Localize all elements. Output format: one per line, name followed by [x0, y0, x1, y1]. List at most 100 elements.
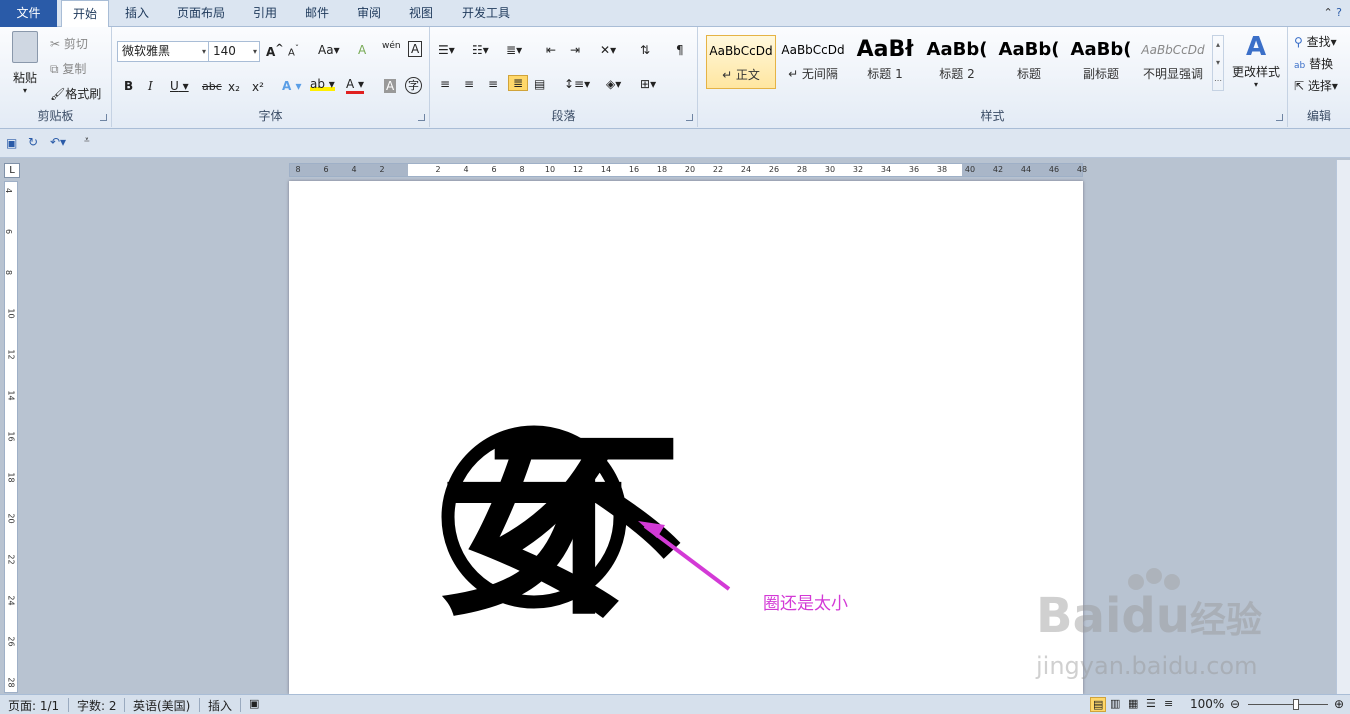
pilcrow-icon: ¶ [676, 43, 684, 57]
dialog-launcher-icon[interactable] [418, 114, 425, 121]
character-border-button[interactable]: A [408, 41, 423, 57]
save-icon[interactable]: ▣ [6, 136, 17, 150]
distributed-button[interactable]: ▤ [534, 77, 545, 91]
styles-scroll[interactable]: ▴ ▾ ⋯ [1212, 35, 1224, 91]
replace-button[interactable]: ab 替换 [1294, 55, 1333, 72]
clear-format-button[interactable]: A [358, 43, 366, 57]
tab-view[interactable]: 视图 [398, 0, 444, 27]
shrink-font-button[interactable]: Aˇ [288, 43, 299, 58]
style-heading-1[interactable]: AaBł 标题 1 [850, 35, 920, 89]
show-marks-button[interactable]: ¶ [676, 43, 684, 57]
tab-page-layout[interactable]: 页面布局 [166, 0, 236, 27]
change-styles-button[interactable]: A 更改样式 ▾ [1228, 31, 1284, 89]
print-layout-view-icon[interactable]: ▤ [1090, 697, 1107, 712]
multilevel-list-icon: ≣ [506, 43, 517, 57]
outline-view-icon[interactable]: ☰ [1146, 697, 1156, 710]
brush-icon: 🖌 [50, 87, 66, 101]
style-normal[interactable]: AaBbCcDd ↵ 正文 [706, 35, 776, 89]
enclose-characters-button[interactable]: 字 [405, 77, 422, 94]
copy-button[interactable]: ⧉ 复制 [50, 60, 86, 77]
tab-review[interactable]: 审阅 [346, 0, 392, 27]
vertical-scrollbar[interactable] [1336, 160, 1350, 694]
draft-view-icon[interactable]: ≡ [1164, 697, 1173, 710]
status-word-count[interactable]: 字数: 2 [77, 697, 117, 714]
tab-selector[interactable]: L [4, 163, 20, 178]
justify-button[interactable]: ≣ [508, 75, 529, 91]
numbering-button[interactable]: ☷▾ [472, 43, 489, 57]
tab-references[interactable]: 引用 [242, 0, 288, 27]
style-no-spacing[interactable]: AaBbCcDd ↵ 无间隔 [778, 35, 848, 89]
align-left-icon: ≡ [440, 77, 451, 91]
font-name-select[interactable]: 微软雅黑 ▾ [117, 41, 209, 62]
line-spacing-button[interactable]: ↕≡▾ [564, 77, 590, 91]
borders-button[interactable]: ⊞▾ [640, 77, 656, 91]
subscript-button[interactable]: x₂ [228, 80, 240, 94]
italic-button[interactable]: I [148, 79, 153, 93]
dialog-launcher-icon[interactable] [100, 114, 107, 121]
zoom-level[interactable]: 100% [1190, 697, 1224, 711]
decrease-indent-button[interactable]: ⇤ [546, 43, 556, 57]
status-page[interactable]: 页面: 1/1 [8, 697, 59, 714]
tab-home[interactable]: 开始 [61, 0, 109, 28]
tab-insert[interactable]: 插入 [114, 0, 160, 27]
zoom-in-icon[interactable]: ⊕ [1334, 697, 1344, 711]
watermark-url: jingyan.baidu.com [1036, 652, 1258, 680]
highlight-button[interactable]: ab ▾ [310, 77, 335, 91]
macro-record-icon[interactable]: ▣ [249, 697, 259, 710]
undo-icon[interactable]: ↶▾ [50, 135, 66, 149]
style-subtle-emphasis[interactable]: AaBbCcDd 不明显强调 [1138, 35, 1208, 89]
style-title[interactable]: AaBb( 标题 [994, 35, 1064, 89]
bold-button[interactable]: B [124, 79, 133, 93]
find-button[interactable]: ⚲ 查找▾ [1294, 33, 1337, 50]
vertical-ruler[interactable]: 4 6 8 10 12 14 16 18 20 22 24 26 28 [4, 181, 18, 693]
increase-indent-button[interactable]: ⇥ [570, 43, 580, 57]
style-heading-2[interactable]: AaBb( 标题 2 [922, 35, 992, 89]
ruler-tick-label: 26 [768, 165, 780, 174]
font-size-select[interactable]: 140 ▾ [208, 41, 260, 62]
zoom-slider-thumb[interactable] [1293, 699, 1299, 710]
ruler-tick-label: 6 [491, 165, 497, 174]
change-case-button[interactable]: Aa▾ [318, 43, 340, 57]
zoom-slider[interactable] [1248, 704, 1328, 705]
redo-icon[interactable]: ↻ [28, 135, 38, 149]
status-insert-mode[interactable]: 插入 [208, 697, 232, 714]
character-shading-button[interactable]: A [384, 79, 397, 93]
customize-toolbar-icon[interactable]: ⩡ [84, 135, 90, 146]
indent-icon: ⇥ [570, 43, 581, 57]
change-styles-icon: A [1245, 32, 1267, 62]
document-page[interactable]: 女 不 [289, 181, 1083, 694]
align-right-button[interactable]: ≡ [488, 77, 498, 91]
cut-button[interactable]: ✂ 剪切 [50, 35, 88, 52]
align-center-button[interactable]: ≡ [464, 77, 474, 91]
paste-button[interactable]: 粘贴 ▾ [10, 31, 40, 95]
dialog-launcher-icon[interactable] [686, 114, 693, 121]
underline-button[interactable]: U ▾ [170, 79, 189, 93]
format-painter-button[interactable]: 🖌格式刷 [50, 85, 101, 102]
superscript-button[interactable]: x² [252, 80, 264, 94]
tab-file[interactable]: 文件 [0, 0, 57, 27]
font-color-button[interactable]: A ▾ [346, 77, 365, 94]
phonetic-guide-button[interactable]: wén [382, 41, 401, 51]
horizontal-ruler[interactable]: 8 6 4 2 2 4 6 8 10 12 14 16 18 20 22 24 26 28 30 32 34 36 38 40… [289, 163, 1087, 177]
align-left-button[interactable]: ≡ [440, 77, 450, 91]
dialog-launcher-icon[interactable] [1276, 114, 1283, 121]
strikethrough-button[interactable]: abc [202, 80, 222, 93]
ruler-tick-label: 16 [628, 165, 640, 174]
grow-font-button[interactable]: A^ [266, 43, 284, 59]
text-effect-button[interactable]: A ▾ [282, 79, 302, 93]
multilevel-list-button[interactable]: ≣▾ [506, 43, 522, 57]
tab-developer[interactable]: 开发工具 [450, 0, 522, 27]
bullets-button[interactable]: ☰▾ [438, 43, 455, 57]
style-subtitle[interactable]: AaBb( 副标题 [1066, 35, 1136, 89]
select-button[interactable]: ⇱ 选择▾ [1294, 77, 1338, 94]
tab-mailings[interactable]: 邮件 [294, 0, 340, 27]
chinese-layout-button[interactable]: ✕▾ [600, 43, 616, 57]
full-screen-view-icon[interactable]: ▥ [1110, 697, 1120, 710]
sort-button[interactable]: ⇅ [640, 43, 650, 57]
web-layout-view-icon[interactable]: ▦ [1128, 697, 1138, 710]
status-language[interactable]: 英语(美国) [133, 697, 190, 714]
ribbon-minimize-icon[interactable]: ⌃ ? [1323, 6, 1342, 19]
zoom-out-icon[interactable]: ⊖ [1230, 697, 1240, 711]
shading-button[interactable]: ◈▾ [606, 77, 621, 91]
help-icon[interactable]: ? [1336, 6, 1342, 19]
